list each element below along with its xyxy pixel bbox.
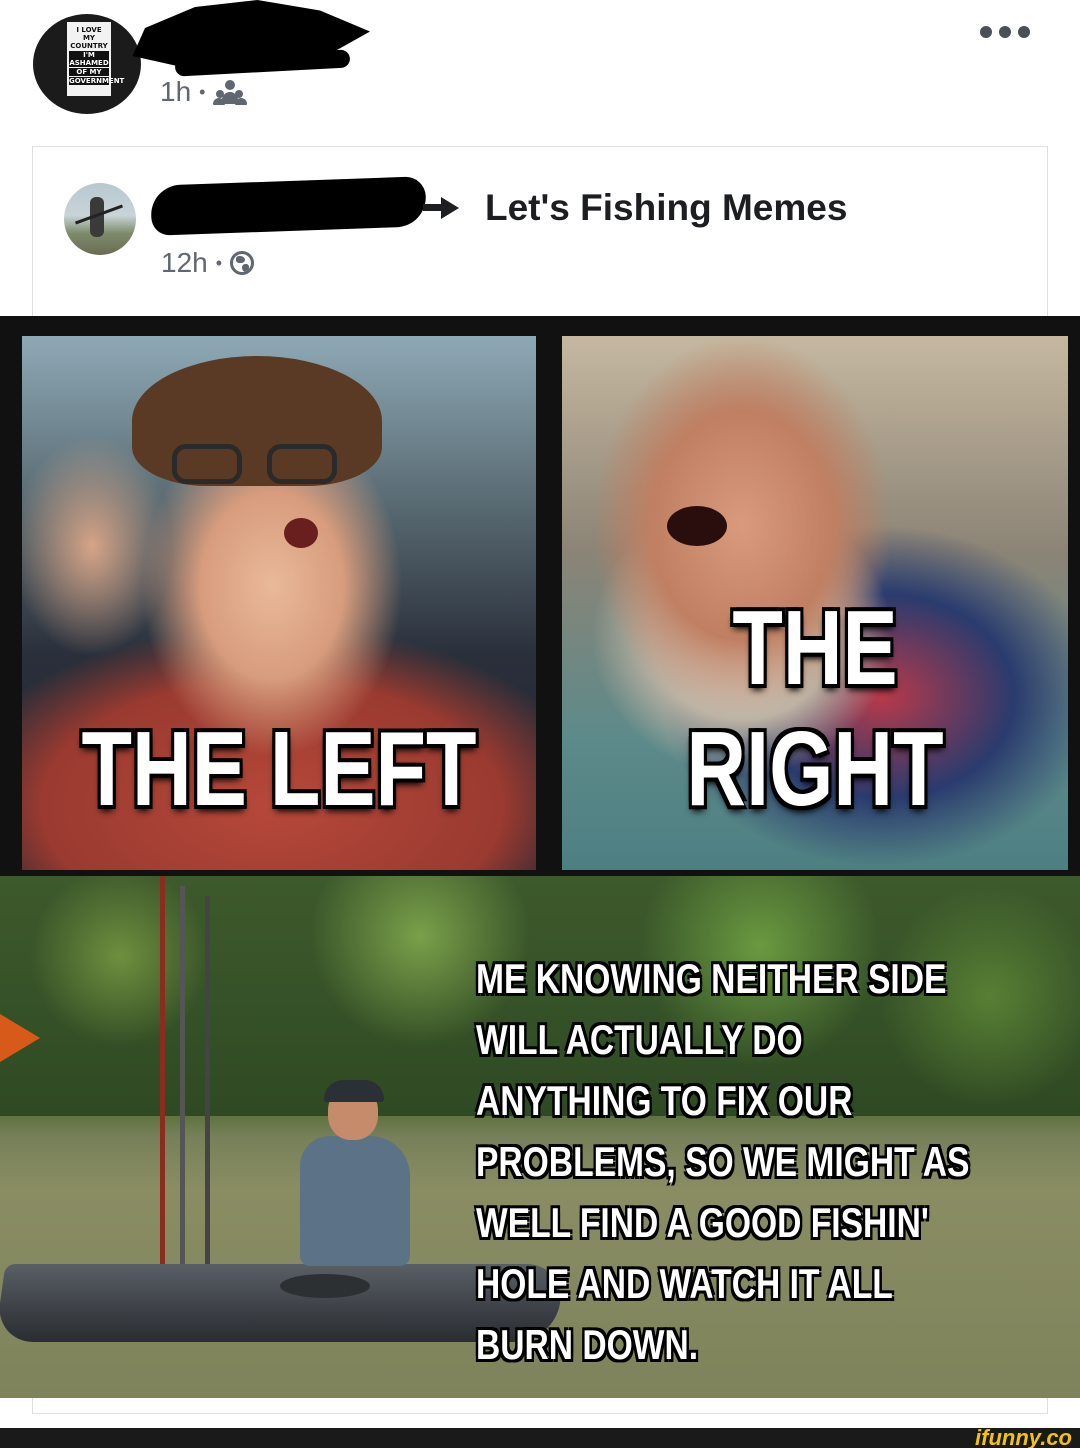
- avatar-sign-line-3: COUNTRY: [70, 42, 108, 50]
- outer-post-header: I LOVE MY COUNTRY I'M ASHAMED OF MY GOVE…: [0, 0, 1080, 140]
- avatar-sign-line-4: I'M ASHAMED: [69, 51, 109, 67]
- avatar-sign-line-1: I LOVE: [76, 26, 102, 34]
- angler: [300, 1080, 450, 1286]
- more-dots-icon: [980, 26, 992, 38]
- user-avatar[interactable]: I LOVE MY COUNTRY I'M ASHAMED OF MY GOVE…: [33, 14, 141, 114]
- bottom-caption: ME KNOWING NEITHER SIDE WILL ACTUALLY DO…: [476, 955, 970, 1368]
- shared-post-meta: 12h •: [161, 247, 255, 279]
- meme-panel-bottom: ME KNOWING NEITHER SIDE WILL ACTUALLY DO…: [0, 876, 1080, 1398]
- meme-panel-right: THE RIGHT: [562, 336, 1068, 870]
- meta-separator: •: [199, 81, 206, 102]
- redacted-shared-username: [150, 176, 427, 236]
- shared-user-avatar[interactable]: [64, 183, 136, 255]
- shared-post-time[interactable]: 12h: [161, 247, 208, 279]
- globe-icon: [230, 251, 255, 275]
- meta-separator: •: [215, 252, 223, 273]
- post-meta: 1h •: [160, 76, 248, 108]
- avatar-sign: I LOVE MY COUNTRY I'M ASHAMED OF MY GOVE…: [67, 22, 125, 96]
- friends-icon: [213, 80, 248, 105]
- watermark-bar: ifunny.co: [0, 1425, 1080, 1448]
- more-options-button[interactable]: [980, 20, 1040, 44]
- avatar-sign-line-5: OF MY: [69, 68, 109, 76]
- right-caption: THE RIGHT: [686, 589, 944, 828]
- avatar-sign-line-6: GOVERNMENT: [69, 77, 125, 85]
- group-name-link[interactable]: Let's Fishing Memes: [485, 187, 847, 229]
- meme-image[interactable]: THE LEFT THE RIGHT ME KNOWING NEITHER SI…: [0, 316, 1080, 1398]
- shared-to-arrow-icon: [423, 195, 463, 219]
- orange-flag: [0, 1014, 40, 1062]
- avatar-sign-line-2: MY: [82, 34, 96, 42]
- post-time[interactable]: 1h: [160, 76, 191, 108]
- meme-panel-left: THE LEFT: [22, 336, 536, 870]
- ifunny-watermark: ifunny.co: [975, 1425, 1072, 1448]
- left-caption: THE LEFT: [81, 710, 477, 828]
